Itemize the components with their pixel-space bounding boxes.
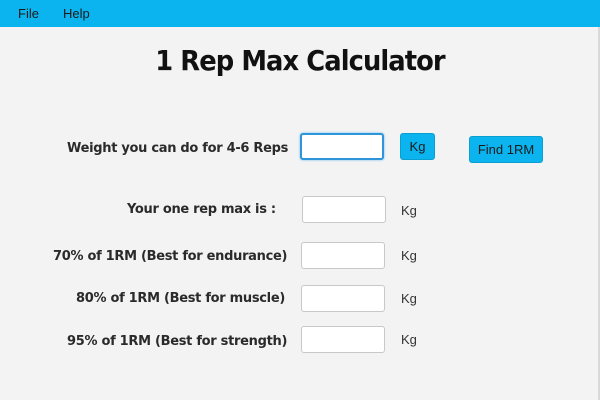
ninety-five-percent-label: 95% of 1RM (Best for strength) [67, 334, 288, 349]
seventy-percent-label: 70% of 1RM (Best for endurance) [53, 249, 288, 264]
seventy-percent-unit: Kg [401, 248, 417, 263]
menu-help[interactable]: Help [63, 6, 90, 21]
ninety-five-percent-unit: Kg [401, 332, 417, 347]
ninety-five-percent-field[interactable] [301, 326, 385, 353]
eighty-percent-label: 80% of 1RM (Best for muscle) [76, 291, 286, 306]
weight-label: Weight you can do for 4-6 Reps [67, 141, 289, 156]
one-rep-max-label: Your one rep max is : [127, 202, 276, 217]
menu-file[interactable]: File [18, 6, 39, 21]
weight-input[interactable] [300, 133, 384, 160]
one-rep-max-field[interactable] [302, 196, 386, 223]
eighty-percent-field[interactable] [301, 285, 385, 312]
kg-button[interactable]: Kg [400, 133, 435, 160]
find-1rm-button[interactable]: Find 1RM [469, 136, 543, 163]
page-title: 1 Rep Max Calculator [155, 44, 445, 77]
one-rep-max-unit: Kg [401, 203, 417, 218]
menu-bar: File Help [0, 0, 600, 27]
eighty-percent-unit: Kg [401, 291, 417, 306]
seventy-percent-field[interactable] [301, 242, 385, 269]
